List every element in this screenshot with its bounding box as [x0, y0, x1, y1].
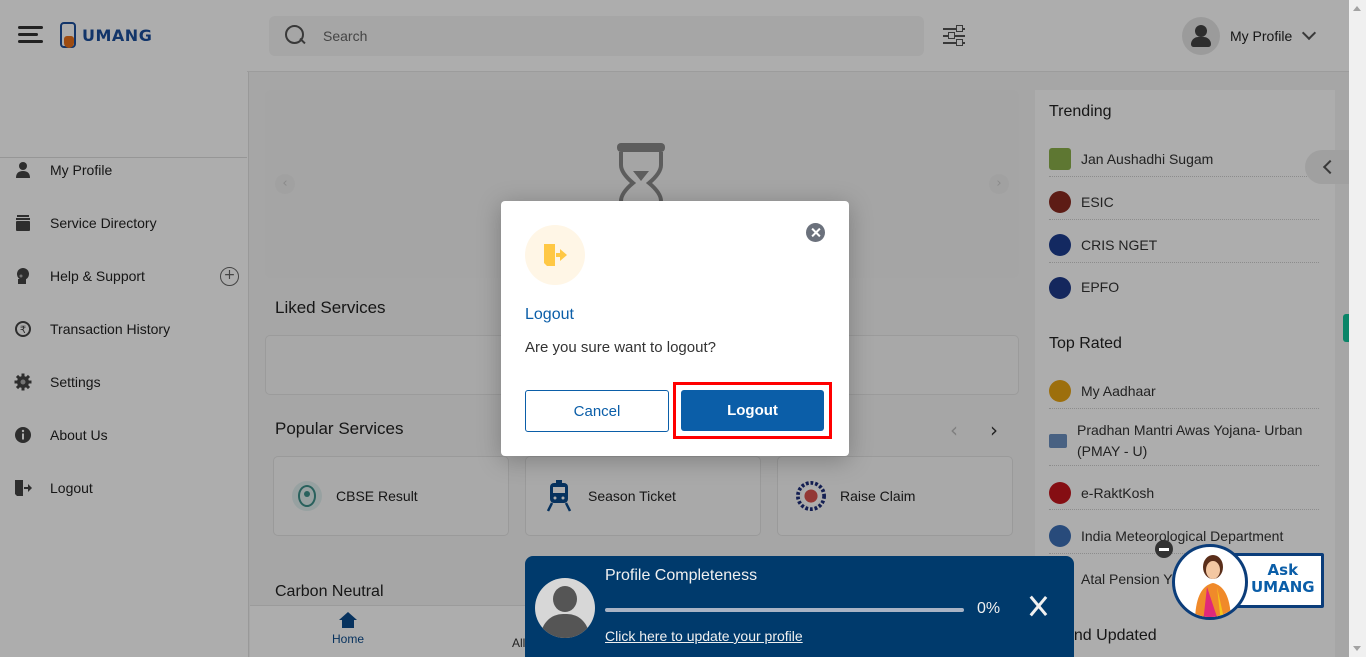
- app-page: UMANG My Profile My Profile Service Dire…: [0, 0, 1349, 657]
- cancel-button[interactable]: Cancel: [525, 390, 669, 432]
- dialog-title: Logout: [525, 306, 574, 323]
- page-scrollbar[interactable]: [1349, 0, 1366, 657]
- logout-dialog: Logout Are you sure want to logout? Canc…: [501, 201, 849, 456]
- dialog-logout-icon-badge: [525, 225, 585, 285]
- logout-button-highlight: Logout: [673, 382, 832, 439]
- assistant-character-icon: [1195, 555, 1231, 617]
- scroll-down-arrow-icon[interactable]: [1353, 646, 1361, 651]
- ask-umang-chatbot-button[interactable]: Ask UMANG: [1172, 532, 1324, 620]
- scroll-up-arrow-icon[interactable]: [1353, 6, 1361, 11]
- profile-progress-bar: [605, 608, 964, 612]
- toast-title: Profile Completeness: [605, 567, 758, 584]
- minimize-icon[interactable]: [1155, 540, 1173, 558]
- profile-completeness-toast: Profile Completeness 0% Click here to up…: [525, 556, 1074, 657]
- ask-umang-label: Ask UMANG: [1251, 562, 1315, 596]
- confirm-logout-button[interactable]: Logout: [681, 390, 824, 431]
- profile-placeholder-avatar: [535, 578, 595, 638]
- ask-umang-line1: Ask: [1267, 561, 1299, 579]
- close-icon[interactable]: [1027, 594, 1049, 618]
- dialog-close-icon[interactable]: [806, 223, 825, 242]
- dialog-message: Are you sure want to logout?: [525, 339, 716, 356]
- logout-icon: [544, 244, 567, 266]
- profile-progress-label: 0%: [977, 600, 1001, 617]
- ask-umang-line2: UMANG: [1251, 578, 1315, 596]
- update-profile-link[interactable]: Click here to update your profile: [605, 628, 803, 644]
- ask-umang-avatar: [1172, 544, 1248, 620]
